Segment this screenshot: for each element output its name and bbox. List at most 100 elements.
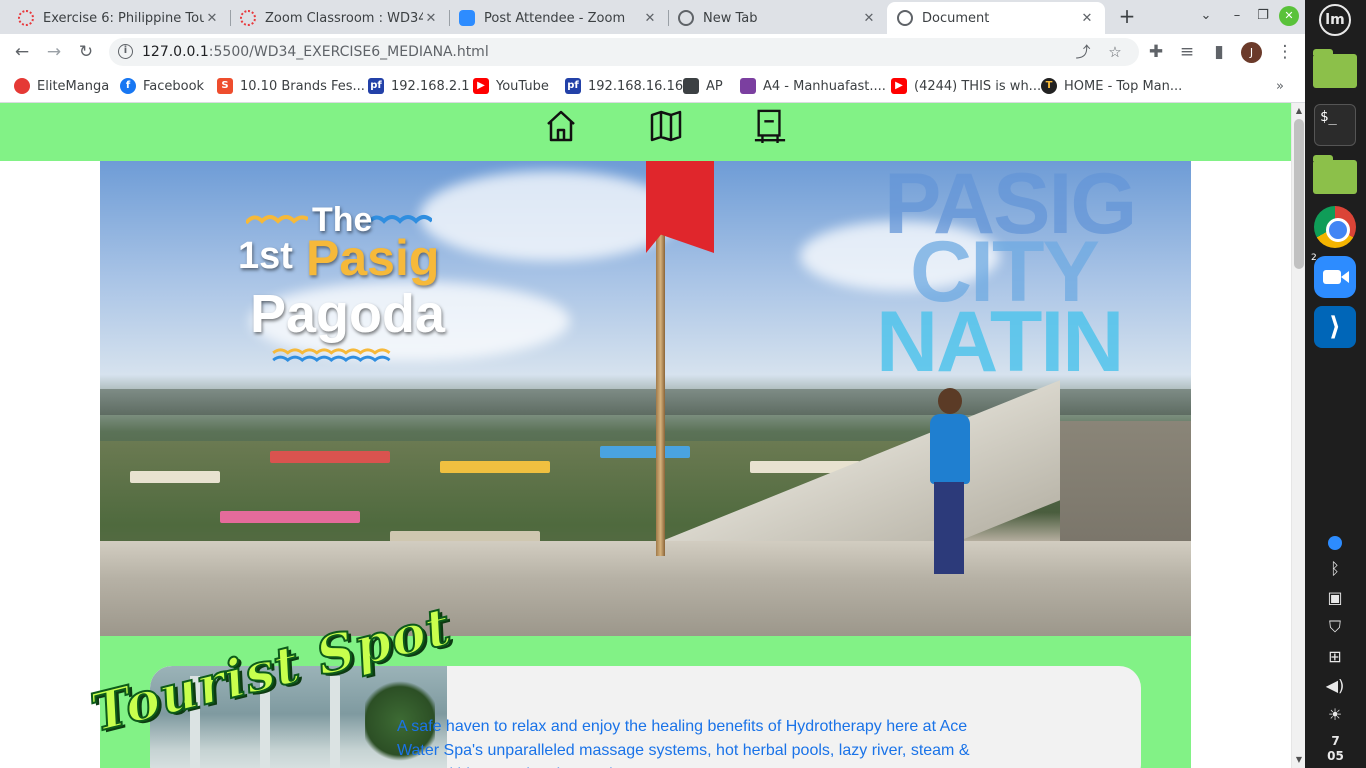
tab-document[interactable]: Document ✕ — [887, 2, 1105, 34]
wave-decoration-icon — [368, 215, 432, 225]
hero-title-pasig: Pasig — [306, 230, 440, 286]
bookmark-elitemanga[interactable]: EliteManga — [14, 77, 109, 95]
linux-mint-menu-icon[interactable]: lm — [1319, 4, 1351, 36]
files-folder-icon[interactable] — [1313, 49, 1357, 88]
bridge-wall — [100, 541, 1191, 636]
tab-search-icon[interactable]: ⌄ — [1196, 6, 1216, 26]
shield-update-icon[interactable]: ⛉ — [1322, 616, 1348, 638]
bluetooth-icon[interactable]: ᛒ — [1322, 558, 1348, 580]
map-icon[interactable] — [650, 109, 682, 143]
more-bookmarks-icon[interactable]: » — [1276, 77, 1284, 95]
home-folder-icon[interactable] — [1313, 155, 1357, 194]
bookmark-topmanga[interactable]: T HOME - Top Man... — [1041, 77, 1182, 95]
close-window-icon[interactable]: ✕ — [1279, 6, 1299, 26]
red-flag — [646, 161, 714, 253]
tab-new-tab[interactable]: New Tab ✕ — [668, 2, 887, 34]
person-head — [938, 388, 962, 414]
cloud — [420, 171, 680, 261]
facebook-icon: f — [120, 78, 136, 94]
site-info-icon[interactable]: i — [118, 44, 133, 59]
signpost-icon[interactable] — [753, 109, 787, 143]
browser-toolbar: ← → ↻ i 127.0.0.1:5500/WD34_EXERCISE6_ME… — [0, 34, 1305, 70]
zoom-app-icon[interactable] — [1314, 256, 1356, 298]
close-icon[interactable]: ✕ — [642, 11, 658, 26]
scroll-thumb[interactable] — [1294, 119, 1304, 269]
close-icon[interactable]: ✕ — [1079, 11, 1095, 26]
scroll-down-icon[interactable]: ▼ — [1292, 753, 1305, 767]
boat — [600, 446, 690, 458]
reload-icon[interactable]: ↻ — [75, 41, 97, 63]
bookmark-star-icon[interactable]: ☆ — [1104, 41, 1126, 63]
side-panel-icon[interactable]: ▮ — [1208, 41, 1230, 63]
tab-post-attendee[interactable]: Post Attendee - Zoom ✕ — [449, 2, 668, 34]
system-clock[interactable]: 7 05 — [1305, 734, 1366, 764]
pasig-pagoda-title-art: The 1st Pasig Pagoda — [238, 201, 445, 371]
forward-icon[interactable]: → — [43, 41, 65, 63]
youtube-icon: ▶ — [891, 78, 907, 94]
bookmark-router-2[interactable]: pf 192.168.16.16 — [565, 77, 683, 95]
desktop-dock: lm $_ 2 ⟩ ᛒ ▣ ⛉ ⊞ ◀) ☀ 7 05 — [1305, 0, 1366, 768]
tourist-description: A safe haven to relax and enjoy the heal… — [397, 718, 970, 768]
url-text[interactable]: 127.0.0.1:5500/WD34_EXERCISE6_MEDIANA.ht… — [142, 44, 489, 60]
boat — [440, 461, 550, 473]
restore-icon[interactable]: ❐ — [1253, 6, 1273, 26]
vscode-app-icon[interactable]: ⟩ — [1314, 306, 1356, 348]
address-bar[interactable]: i 127.0.0.1:5500/WD34_EXERCISE6_MEDIANA.… — [109, 38, 1139, 66]
wave-decoration-icon — [272, 348, 391, 362]
pillar — [330, 676, 340, 768]
folder-icon — [683, 78, 699, 94]
volume-icon[interactable]: ◀) — [1322, 675, 1348, 697]
router-icon: pf — [565, 78, 581, 94]
pasig-city-natin-logo: PASIG CITY NATIN — [876, 161, 1137, 390]
back-icon[interactable]: ← — [11, 41, 33, 63]
exercise-favicon-icon — [18, 10, 34, 26]
zoom-tray-icon[interactable] — [1328, 536, 1342, 550]
hero-banner-image: The 1st Pasig Pagoda PASIG CITY NATIN — [100, 161, 1191, 636]
close-icon[interactable]: ✕ — [861, 11, 877, 26]
wave-decoration-icon — [246, 215, 308, 225]
bookmark-router-1[interactable]: pf 192.168.2.1 — [368, 77, 470, 95]
chrome-app-icon[interactable] — [1314, 206, 1356, 248]
tab-zoom-classroom[interactable]: Zoom Classroom : WD34P ✕ — [230, 2, 449, 34]
scroll-up-icon[interactable]: ▲ — [1292, 104, 1305, 118]
page-scrollbar[interactable]: ▲ ▼ — [1291, 103, 1305, 768]
boat — [270, 451, 390, 463]
elitemanga-icon — [14, 78, 30, 94]
profile-avatar[interactable]: J — [1241, 42, 1262, 63]
bookmark-shopee[interactable]: S 10.10 Brands Fes... — [217, 77, 365, 95]
home-icon[interactable] — [545, 109, 577, 143]
router-icon: pf — [368, 78, 384, 94]
menu-icon[interactable]: ⋮ — [1274, 41, 1296, 63]
network-icon[interactable]: ⊞ — [1322, 646, 1348, 668]
zoom-favicon-icon — [459, 10, 475, 26]
manhuafast-icon — [740, 78, 756, 94]
boat — [130, 471, 220, 483]
tab-exercise6[interactable]: Exercise 6: Philippine Touri ✕ — [8, 2, 230, 34]
clipboard-icon[interactable]: ▣ — [1322, 587, 1348, 609]
boat — [220, 511, 360, 523]
bookmark-youtube[interactable]: ▶ YouTube — [473, 77, 549, 95]
bookmarks-bar: EliteManga f Facebook S 10.10 Brands Fes..… — [0, 70, 1305, 103]
person-legs — [934, 482, 964, 574]
extensions-icon[interactable]: ✚ — [1145, 41, 1167, 63]
globe-favicon-icon — [897, 10, 913, 26]
hero-title-pagoda: Pagoda — [250, 284, 446, 344]
terminal-icon[interactable]: $_ — [1314, 104, 1356, 146]
hero-title-1st: 1st — [238, 235, 293, 277]
new-tab-button[interactable]: + — [1116, 5, 1138, 27]
youtube-icon: ▶ — [473, 78, 489, 94]
bookmark-folder-ap[interactable]: AP — [683, 77, 723, 95]
minimize-icon[interactable]: – — [1227, 6, 1247, 26]
brightness-icon[interactable]: ☀ — [1322, 704, 1348, 726]
classroom-favicon-icon — [240, 10, 256, 26]
browser-window: Exercise 6: Philippine Touri ✕ Zoom Clas… — [0, 0, 1305, 768]
bookmark-facebook[interactable]: f Facebook — [120, 77, 204, 95]
shopee-icon: S — [217, 78, 233, 94]
bookmark-manhuafast[interactable]: A4 - Manhuafast.... — [740, 77, 886, 95]
topmanga-icon: T — [1041, 78, 1057, 94]
media-control-icon[interactable]: ≡ — [1176, 41, 1198, 63]
share-icon[interactable]: ⤴ — [1072, 41, 1094, 63]
close-icon[interactable]: ✕ — [423, 11, 439, 26]
close-icon[interactable]: ✕ — [204, 11, 220, 26]
bookmark-youtube-video[interactable]: ▶ (4244) THIS is wh... — [891, 77, 1041, 95]
